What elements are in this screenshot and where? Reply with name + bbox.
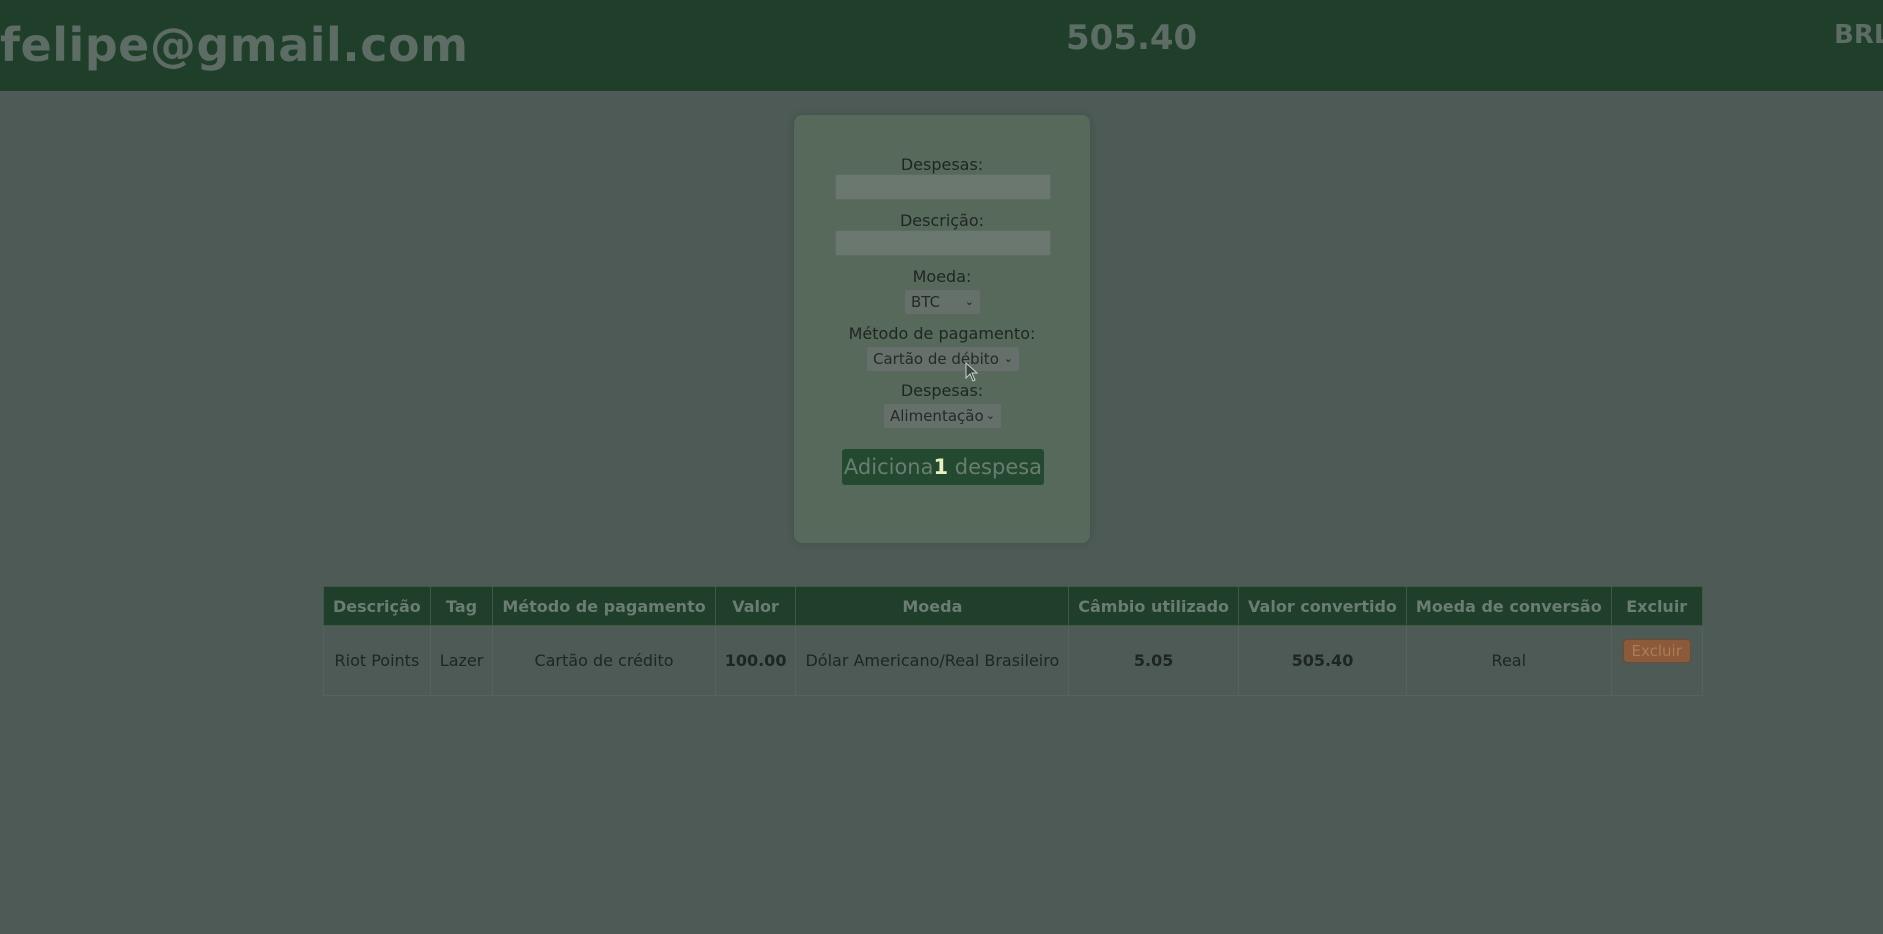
currency-label: Moeda: bbox=[912, 267, 972, 286]
total-expenses: 505.40 bbox=[1066, 18, 1198, 58]
column-header-delete: Excluir bbox=[1610, 586, 1703, 626]
description-input[interactable] bbox=[835, 230, 1051, 256]
column-header-currency: Moeda bbox=[795, 586, 1070, 626]
mouse-pointer-icon bbox=[965, 362, 979, 382]
tag-select-value: Alimentação bbox=[890, 407, 984, 425]
header-currency: BRL bbox=[1834, 20, 1883, 50]
table-header-row: Descrição Tag Método de pagamento Valor … bbox=[323, 586, 1703, 626]
cell-delete: Excluir bbox=[1610, 625, 1703, 696]
column-header-tag: Tag bbox=[429, 586, 494, 626]
cell-conversion-currency: Real bbox=[1405, 625, 1612, 696]
chevron-down-icon: ⌄ bbox=[964, 295, 974, 308]
add-button-label-end: despesa bbox=[948, 455, 1043, 479]
column-header-value: Valor bbox=[714, 586, 797, 626]
chevron-down-icon: ⌄ bbox=[1003, 352, 1013, 365]
add-button-text-cursor: 1 bbox=[933, 455, 949, 479]
chevron-down-icon: ⌄ bbox=[985, 409, 995, 422]
tag-select[interactable]: Alimentação ⌄ bbox=[883, 403, 1002, 429]
column-header-description: Descrição bbox=[323, 586, 431, 626]
delete-expense-button[interactable]: Excluir bbox=[1622, 638, 1691, 663]
column-header-conversion-currency: Moeda de conversão bbox=[1405, 586, 1612, 626]
cell-value: 100.00 bbox=[714, 625, 797, 696]
currency-select[interactable]: BTC ⌄ bbox=[904, 289, 981, 315]
cell-method: Cartão de crédito bbox=[492, 625, 716, 696]
description-label: Descrição: bbox=[899, 211, 985, 230]
expenses-table: Descrição Tag Método de pagamento Valor … bbox=[323, 586, 1703, 696]
column-header-method: Método de pagamento bbox=[492, 586, 716, 626]
cell-exchange-rate: 5.05 bbox=[1068, 625, 1240, 696]
add-button-label-start: Adiciona bbox=[843, 455, 934, 479]
tag-label: Despesas: bbox=[900, 381, 984, 400]
column-header-converted-value: Valor convertido bbox=[1238, 586, 1407, 626]
column-header-exchange-rate: Câmbio utilizado bbox=[1068, 586, 1240, 626]
expense-value-label: Despesas: bbox=[900, 155, 984, 174]
currency-select-value: BTC bbox=[911, 293, 941, 311]
cell-tag: Lazer bbox=[429, 625, 494, 696]
top-header: felipe@gmail.com 505.40 BRL bbox=[0, 0, 1883, 91]
expense-form: Despesas: Descrição: Moeda: BTC ⌄ Método… bbox=[794, 115, 1090, 543]
cell-converted-value: 505.40 bbox=[1238, 625, 1407, 696]
user-email: felipe@gmail.com bbox=[0, 18, 469, 72]
table-row: Riot Points Lazer Cartão de crédito 100.… bbox=[323, 625, 1703, 696]
method-label: Método de pagamento: bbox=[848, 324, 1036, 343]
expense-value-input[interactable] bbox=[835, 174, 1051, 200]
method-select[interactable]: Cartão de débito ⌄ bbox=[866, 346, 1020, 372]
method-select-value: Cartão de débito bbox=[873, 350, 999, 368]
cell-currency: Dólar Americano/Real Brasileiro bbox=[795, 625, 1070, 696]
add-expense-button[interactable]: Adiciona1 despesa bbox=[842, 449, 1044, 485]
cell-description: Riot Points bbox=[323, 625, 431, 696]
